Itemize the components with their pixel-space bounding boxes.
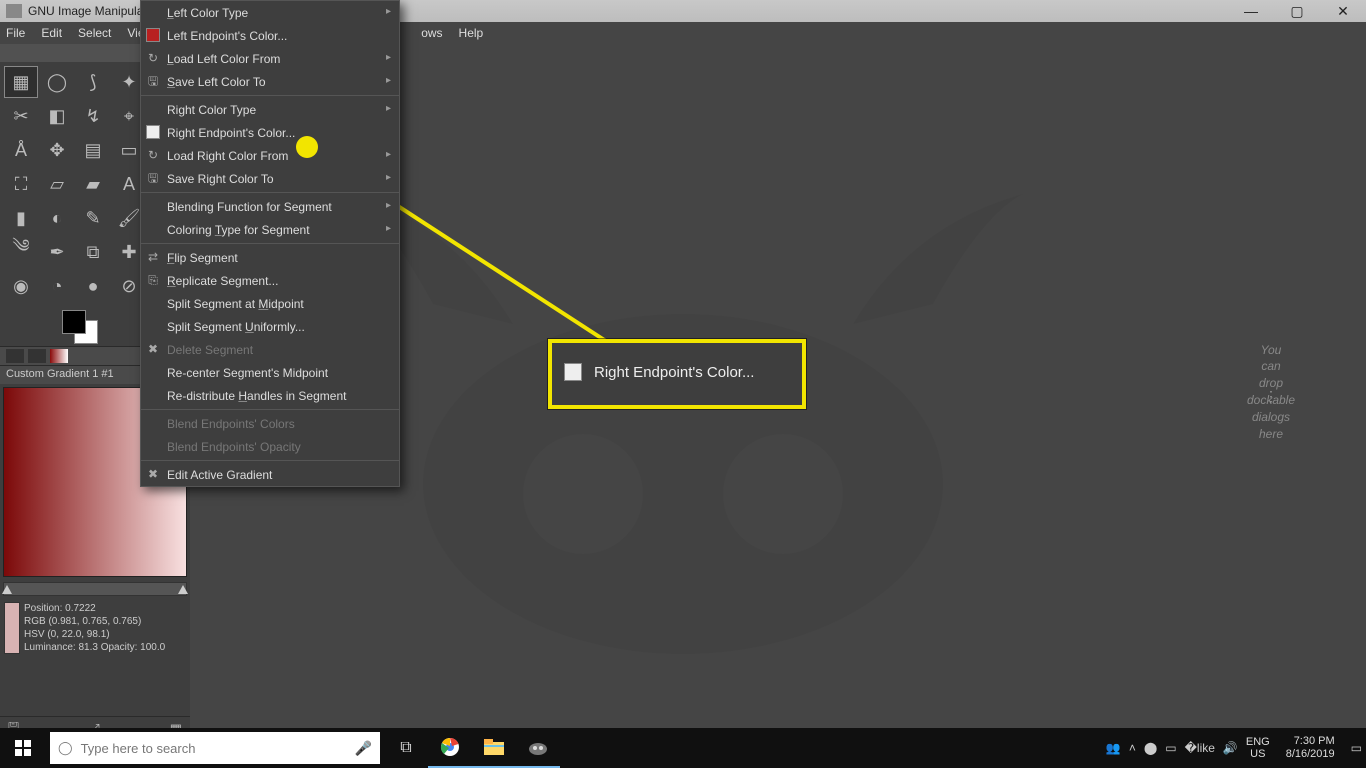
separator (141, 243, 399, 244)
menu-edit[interactable]: Edit (41, 26, 62, 40)
tray-lang[interactable]: ENG (1246, 736, 1270, 748)
battery-icon[interactable]: ▭ (1165, 741, 1176, 755)
cortana-icon: ◯ (58, 740, 73, 756)
fg-swatch[interactable] (62, 310, 86, 334)
menu-left-endpoint-color[interactable]: Left Endpoint's Color... (141, 24, 399, 47)
menu-select[interactable]: Select (78, 26, 111, 40)
wifi-icon[interactable]: �like (1185, 741, 1215, 755)
tool-blur[interactable]: ◉ (4, 270, 38, 302)
menu-left-color-type[interactable]: Left Color Type▸ (141, 1, 399, 24)
taskbar-search[interactable]: ◯ Type here to search 🎤 (50, 732, 380, 764)
info-lum: Luminance: 81.3 Opacity: 100.0 (24, 641, 165, 654)
tool-rect-select[interactable]: ▦ (4, 66, 38, 98)
app-window: GNU Image Manipula — ▢ ✕ File Edit Selec… (0, 0, 1366, 740)
task-view-icon[interactable]: ⧉ (384, 728, 428, 768)
annotation-callout: Right Endpoint's Color... (548, 339, 806, 409)
annotation-dot (296, 136, 318, 158)
tray-app-icon[interactable]: ⬤ (1144, 741, 1157, 755)
sample-swatch (4, 602, 20, 654)
tool-align[interactable]: ▤ (76, 134, 110, 166)
taskbar-explorer-icon[interactable] (472, 728, 516, 768)
tab-icon-a[interactable] (6, 349, 24, 363)
window-title: GNU Image Manipula (28, 4, 143, 18)
menu-file[interactable]: File (6, 26, 25, 40)
menu-blend-opacity: Blend Endpoints' Opacity (141, 435, 399, 458)
menu-load-right-color[interactable]: ↻Load Right Color From▸ (141, 144, 399, 167)
menu-coloring-type[interactable]: Coloring Type for Segment▸ (141, 218, 399, 241)
tool-foreground[interactable]: ◧ (40, 100, 74, 132)
menu-redistribute[interactable]: Re-distribute Handles in Segment (141, 384, 399, 407)
tool-pencil[interactable]: ✎ (76, 202, 110, 234)
tool-ink[interactable]: ✒ (40, 236, 74, 268)
tool-ellipse-select[interactable]: ◯ (40, 66, 74, 98)
notifications-icon[interactable]: ▭ (1351, 741, 1362, 755)
tool-scissors[interactable]: ✂ (4, 100, 38, 132)
menu-recenter[interactable]: Re-center Segment's Midpoint (141, 361, 399, 384)
tool-measure[interactable]: Å (4, 134, 38, 166)
windows-taskbar: ◯ Type here to search 🎤 ⧉ 👥 ˄ ⬤ ▭ �like … (0, 728, 1366, 768)
separator (141, 95, 399, 96)
menu-blend-colors: Blend Endpoints' Colors (141, 412, 399, 435)
tab-gradient-icon[interactable] (50, 349, 68, 363)
dock-handle-icon[interactable]: ⋮ (1264, 388, 1278, 405)
callout-label: Right Endpoint's Color... (594, 364, 754, 381)
taskbar-gimp-icon[interactable] (516, 728, 560, 768)
tray-locale[interactable]: US (1246, 748, 1270, 760)
tool-color[interactable]: ◔ (40, 270, 74, 302)
start-button[interactable] (0, 728, 46, 768)
tool-shear[interactable]: ▱ (40, 168, 74, 200)
tray-clock[interactable]: 7:30 PM 8/16/2019 (1278, 735, 1343, 761)
menu-split-uniform[interactable]: Split Segment Uniformly... (141, 315, 399, 338)
info-position: Position: 0.7222 (24, 602, 165, 615)
callout-swatch-icon (564, 363, 582, 381)
separator (141, 192, 399, 193)
tool-move[interactable]: ✥ (40, 134, 74, 166)
separator (141, 460, 399, 461)
gradient-context-menu: Left Color Type▸ Left Endpoint's Color..… (140, 0, 400, 487)
tool-blend[interactable]: ◐ (40, 202, 74, 234)
info-rgb: RGB (0.981, 0.765, 0.765) (24, 615, 165, 628)
mic-icon[interactable]: 🎤 (355, 740, 372, 757)
tool-perspective[interactable]: ▰ (76, 168, 110, 200)
tool-clone[interactable]: ⧉ (76, 236, 110, 268)
wilber-bg-icon (333, 184, 1033, 704)
menu-right-color-type[interactable]: Right Color Type▸ (141, 98, 399, 121)
menu-save-right-color[interactable]: 🖫Save Right Color To▸ (141, 167, 399, 190)
menu-right-endpoint-color[interactable]: Right Endpoint's Color... (141, 121, 399, 144)
menu-blending-fn[interactable]: Blending Function for Segment▸ (141, 195, 399, 218)
tray-chevron-icon[interactable]: ˄ (1129, 741, 1136, 755)
wilber-logo-icon (6, 4, 22, 18)
maximize-button[interactable]: ▢ (1274, 0, 1320, 22)
menu-delete-segment: ✖Delete Segment (141, 338, 399, 361)
tool-scale[interactable]: ⛶ (4, 168, 38, 200)
taskbar-chrome-icon[interactable] (428, 728, 472, 768)
minimize-button[interactable]: — (1228, 0, 1274, 22)
separator (141, 409, 399, 410)
menu-edit-active-gradient[interactable]: ✖Edit Active Gradient (141, 463, 399, 486)
gradient-slider[interactable] (3, 582, 187, 596)
tool-paths[interactable]: ↯ (76, 100, 110, 132)
menu-split-midpoint[interactable]: Split Segment at Midpoint (141, 292, 399, 315)
menu-help[interactable]: Help (459, 26, 484, 40)
people-icon[interactable]: 👥 (1106, 741, 1121, 755)
tool-smudge[interactable]: ● (76, 270, 110, 302)
menu-load-left-color[interactable]: ↻Load Left Color From▸ (141, 47, 399, 70)
right-dock: ⋮ You can drop dockable dialogs here (1176, 44, 1366, 740)
menu-save-left-color[interactable]: 🖫Save Left Color To▸ (141, 70, 399, 93)
menu-flip-segment[interactable]: ⇄Flip Segment (141, 246, 399, 269)
info-hsv: HSV (0, 22.0, 98.1) (24, 628, 165, 641)
tool-airbrush[interactable]: ༄ (4, 236, 38, 268)
tab-icon-b[interactable] (28, 349, 46, 363)
close-button[interactable]: ✕ (1320, 0, 1366, 22)
gradient-info: Position: 0.7222 RGB (0.981, 0.765, 0.76… (4, 602, 186, 654)
volume-icon[interactable]: 🔊 (1223, 741, 1238, 755)
tool-free-select[interactable]: ⟆ (76, 66, 110, 98)
search-placeholder: Type here to search (81, 741, 196, 756)
menu-windows-fragment[interactable]: ows (421, 26, 442, 40)
system-tray: 👥 ˄ ⬤ ▭ �like 🔊 ENG US 7:30 PM 8/16/2019… (1106, 735, 1366, 761)
menu-replicate-segment[interactable]: ⎘Replicate Segment... (141, 269, 399, 292)
